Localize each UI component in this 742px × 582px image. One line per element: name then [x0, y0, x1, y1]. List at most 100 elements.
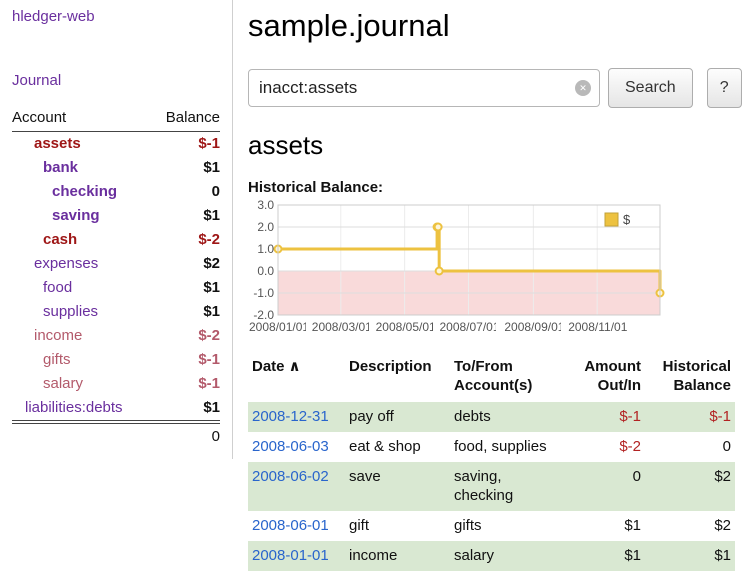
register-accounts: debts: [450, 402, 562, 432]
register-amount: $1: [562, 511, 645, 541]
account-row: bank $1: [12, 156, 220, 180]
account-row: gifts$-1: [12, 348, 220, 372]
account-balance: $1: [152, 204, 220, 228]
account-balance: $-2: [152, 228, 220, 252]
register-date-link[interactable]: 2008-01-01: [252, 547, 329, 564]
accounts-table: Account Balance assets$-1bank$1checking0…: [12, 106, 220, 449]
search-input[interactable]: [248, 69, 600, 107]
accounts-total-row: 0: [12, 422, 220, 449]
register-description: gift: [345, 511, 450, 541]
account-link[interactable]: supplies: [43, 303, 98, 320]
account-link[interactable]: bank: [43, 159, 78, 176]
accounts-header-balance: Balance: [152, 106, 220, 132]
account-link[interactable]: liabilities:debts: [25, 399, 123, 416]
chart-legend-label: $: [623, 212, 631, 227]
account-heading: assets: [248, 130, 742, 161]
account-balance: $1: [152, 300, 220, 324]
register-balance: 0: [645, 432, 735, 462]
account-link[interactable]: assets: [34, 135, 81, 152]
account-row: supplies $1: [12, 300, 220, 324]
accounts-header-account: Account: [12, 106, 152, 132]
chart-title: Historical Balance:: [248, 179, 742, 196]
app-title-link[interactable]: hledger-web: [12, 8, 95, 25]
help-button[interactable]: ?: [707, 68, 742, 108]
register-date-link[interactable]: 2008-06-03: [252, 438, 329, 455]
chart-point: [436, 268, 443, 275]
register-description: save: [345, 462, 450, 511]
register-date-link[interactable]: 2008-12-31: [252, 408, 329, 425]
main-content: sample.journal ✕ Search ? assets Histori…: [233, 0, 742, 571]
account-row: assets $-1: [12, 132, 220, 157]
register-header-accounts: To/From Account(s): [450, 355, 562, 402]
register-header-row: Date∧ Description To/From Account(s) Amo…: [248, 355, 735, 402]
register-accounts: salary: [450, 541, 562, 571]
search-button[interactable]: Search: [608, 68, 693, 108]
account-link[interactable]: saving: [52, 207, 100, 224]
account-balance: $1: [152, 276, 220, 300]
account-link[interactable]: expenses: [34, 255, 98, 272]
chart-x-label: 2008/07/01: [439, 320, 496, 335]
account-balance: $1: [152, 156, 220, 180]
chart-y-label: 2.0: [248, 220, 274, 234]
accounts-total-balance: 0: [152, 422, 220, 449]
register-description: income: [345, 541, 450, 571]
chart-x-label: 2008/09/01: [504, 320, 561, 335]
chart-x-label: 2008/01/01: [249, 320, 306, 335]
chart-x-label: 2008/11/01: [568, 320, 636, 335]
chart-y-label: 1.0: [248, 242, 274, 256]
account-link[interactable]: food: [43, 279, 72, 296]
chart-y-label: 0.0: [248, 264, 274, 278]
register-header-balance: Historical Balance: [645, 355, 735, 402]
chart-y-label: 3.0: [248, 198, 274, 212]
register-balance: $2: [645, 462, 735, 511]
register-date-link[interactable]: 2008-06-01: [252, 517, 329, 534]
account-row: cash $-2: [12, 228, 220, 252]
account-balance: $-2: [152, 324, 220, 348]
register-date-link[interactable]: 2008-06-02: [252, 468, 329, 485]
account-link[interactable]: gifts: [43, 351, 71, 368]
account-row: food $1: [12, 276, 220, 300]
register-balance: $1: [645, 541, 735, 571]
register-header-date-label: Date: [252, 358, 285, 375]
account-link[interactable]: salary: [43, 375, 83, 392]
account-link[interactable]: cash: [43, 231, 77, 248]
page-title: sample.journal: [248, 8, 742, 44]
register-tbody: 2008-12-31pay offdebts$-1$-12008-06-03ea…: [248, 402, 735, 571]
accounts-header-row: Account Balance: [12, 106, 220, 132]
account-balance: $-1: [152, 132, 220, 157]
chart-x-label: 2008/05/01: [376, 320, 433, 335]
clear-search-icon[interactable]: ✕: [575, 80, 591, 96]
register-table: Date∧ Description To/From Account(s) Amo…: [248, 355, 735, 571]
account-row: salary$-1: [12, 372, 220, 396]
register-header-date[interactable]: Date∧: [248, 355, 345, 402]
search-bar: ✕ Search ?: [248, 68, 742, 108]
register-accounts: food, supplies: [450, 432, 562, 462]
account-row: saving $1: [12, 204, 220, 228]
account-row: liabilities:debts $1: [12, 396, 220, 422]
register-accounts: saving, checking: [450, 462, 562, 511]
chart-point: [435, 224, 442, 231]
accounts-total-spacer: [12, 422, 152, 449]
chart-x-label: 2008/03/01: [312, 320, 369, 335]
register-amount: $1: [562, 541, 645, 571]
register-description: pay off: [345, 402, 450, 432]
account-row: checking0: [12, 180, 220, 204]
account-link[interactable]: income: [34, 327, 82, 344]
nav-journal-link[interactable]: Journal: [12, 72, 61, 89]
register-header-amount: Amount Out/In: [562, 355, 645, 402]
register-accounts: gifts: [450, 511, 562, 541]
account-balance: $1: [152, 396, 220, 422]
register-amount: $-2: [562, 432, 645, 462]
chart-y-label: -1.0: [248, 286, 274, 300]
account-link[interactable]: checking: [52, 183, 117, 200]
page: hledger-web Journal Account Balance asse…: [0, 0, 742, 571]
chart-canvas: $: [248, 203, 668, 319]
sidebar: hledger-web Journal Account Balance asse…: [0, 0, 233, 459]
app-title-row: hledger-web: [12, 8, 220, 26]
register-row: 2008-12-31pay offdebts$-1$-1: [248, 402, 735, 432]
account-row: expenses$2: [12, 252, 220, 276]
sort-asc-icon: ∧: [289, 358, 301, 375]
register-amount: $-1: [562, 402, 645, 432]
register-row: 2008-06-01giftgifts$1$2: [248, 511, 735, 541]
register-amount: 0: [562, 462, 645, 511]
